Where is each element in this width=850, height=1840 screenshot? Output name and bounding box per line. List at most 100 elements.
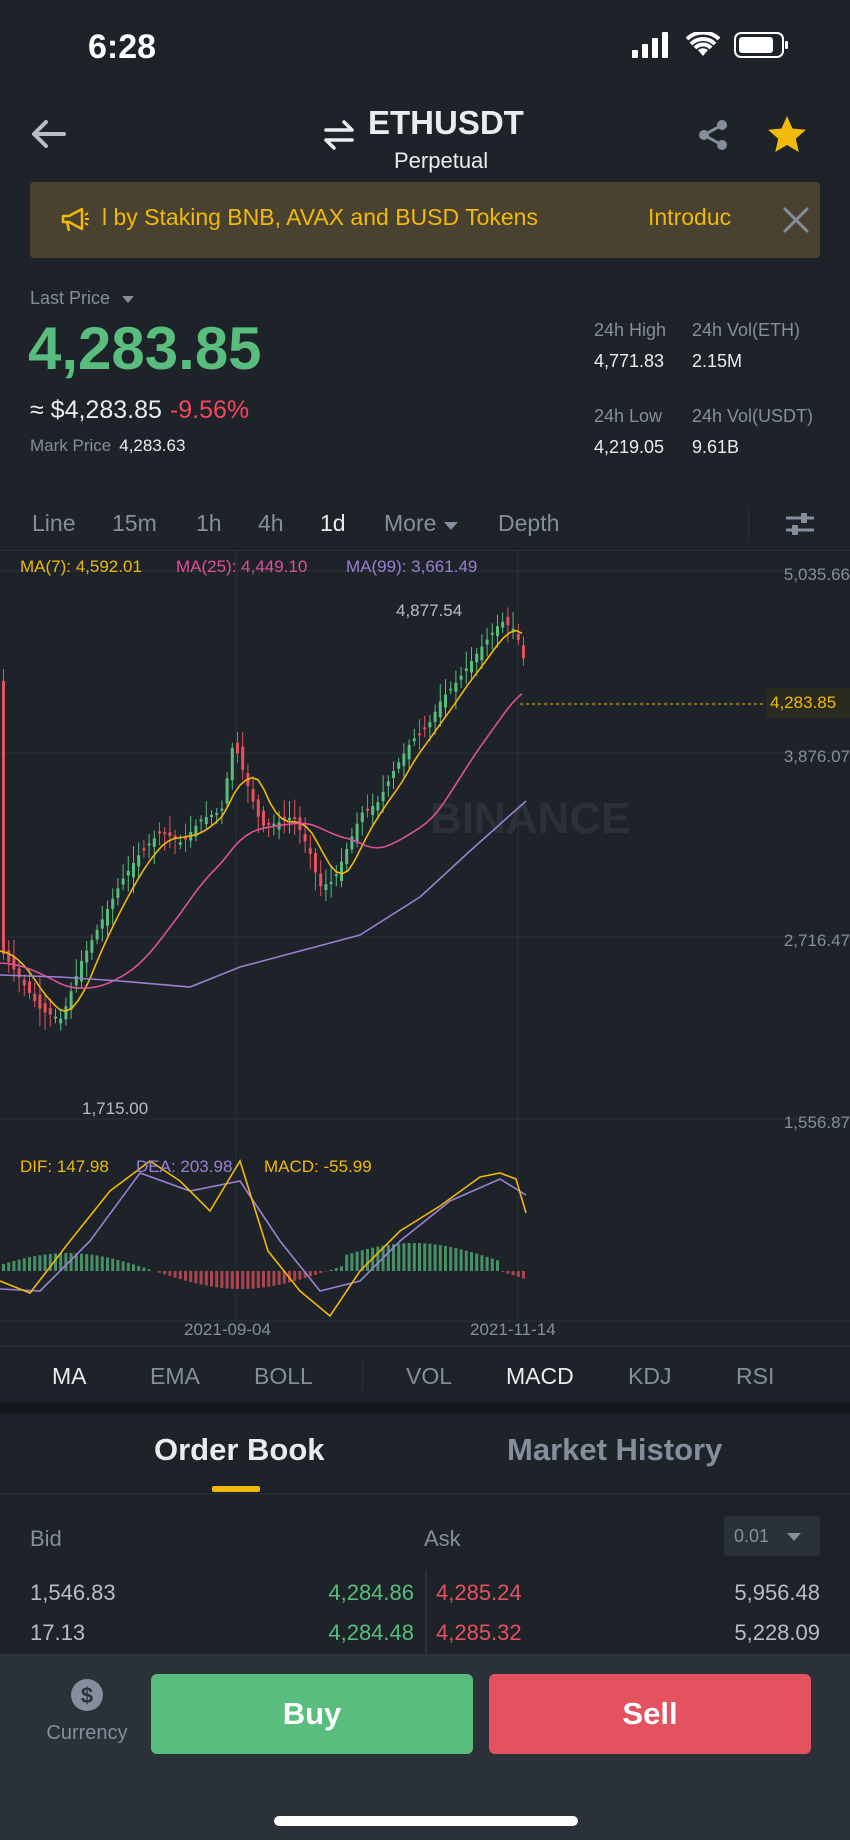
currency-button[interactable]: $ Currency: [30, 1678, 144, 1745]
last-price-label: Last Price: [30, 288, 111, 308]
dollar-coin-icon: $: [71, 1679, 103, 1711]
bid-price: 4,284.48: [328, 1620, 414, 1645]
stat-label: 24h High: [594, 320, 667, 340]
ask-header: Ask: [424, 1526, 461, 1551]
caret-down-icon: [122, 296, 135, 303]
tab-order-book[interactable]: Order Book: [154, 1432, 325, 1468]
chart-settings-icon[interactable]: [784, 508, 816, 540]
tab-ma[interactable]: MA: [52, 1363, 87, 1390]
banner-text: l by Staking BNB, AVAX and BUSD Tokens: [102, 204, 538, 230]
macd-label: MACD: -55.99: [264, 1157, 372, 1176]
dea-label: DEA: 203.98: [136, 1157, 233, 1176]
ma99-label: MA(99): 3,661.49: [346, 557, 478, 576]
stat-24h-low: 24h Low 4,219.05: [594, 406, 664, 458]
pair-title[interactable]: ETHUSDT: [368, 104, 524, 142]
stat-24h-vol-usdt: 24h Vol(USDT) 9.61B: [692, 406, 813, 458]
watermark-text: BINANCE: [430, 794, 630, 843]
share-icon[interactable]: [696, 118, 730, 152]
high-marker: 4,877.54: [396, 601, 463, 620]
price-axis-label: 5,035.66: [783, 565, 850, 584]
swap-icon[interactable]: [322, 118, 356, 152]
interval-1d[interactable]: 1d: [320, 510, 346, 537]
home-indicator: [274, 1816, 578, 1826]
divider: [748, 506, 749, 540]
stat-label: 24h Vol(ETH): [692, 320, 801, 340]
stat-label: 24h Low: [594, 406, 663, 426]
indicator-tabs: MA EMA BOLL VOL MACD KDJ RSI: [0, 1346, 850, 1408]
ask-qty: 5,228.09: [734, 1620, 820, 1645]
stat-value: 9.61B: [692, 437, 740, 457]
interval-bar: Line 15m 1h 4h 1d More Depth: [0, 500, 850, 550]
order-book-row[interactable]: 17.13 4,284.48 4,285.32 5,228.09: [0, 1614, 850, 1654]
bid-header: Bid: [30, 1526, 62, 1551]
interval-15m[interactable]: 15m: [112, 510, 157, 537]
interval-4h[interactable]: 4h: [258, 510, 284, 537]
change-percent: -9.56%: [169, 396, 250, 424]
precision-select[interactable]: 0.01: [724, 1516, 820, 1556]
macd-panel: [0, 1159, 527, 1318]
interval-more-label: More: [384, 510, 437, 536]
announcement-banner[interactable]: l by Staking BNB, AVAX and BUSD Tokens I…: [30, 182, 820, 258]
stat-value: 2.15M: [692, 351, 743, 371]
ma25-label: MA(25): 4,449.10: [176, 557, 308, 576]
banner-link[interactable]: Introduc: [648, 204, 768, 231]
megaphone-icon: [61, 207, 89, 232]
current-price-tag: 4,283.85: [766, 688, 850, 718]
tab-ema[interactable]: EMA: [150, 1363, 200, 1390]
order-book-tabs: Order Book Market History: [0, 1414, 850, 1494]
svg-text:$: $: [81, 1683, 93, 1708]
ma7-label: MA(7): 4,592.01: [20, 557, 142, 576]
caret-down-icon: [787, 1533, 802, 1541]
interval-line[interactable]: Line: [32, 510, 75, 537]
candlestick-chart[interactable]: BINANCE MA(7): 4,592.01 MA(25): 4,449.10…: [0, 550, 850, 1342]
stat-value: 4,219.05: [594, 437, 665, 457]
price-axis-label: 3,876.07: [783, 747, 850, 766]
interval-more[interactable]: More: [384, 510, 459, 537]
last-price-dropdown[interactable]: Last Price: [30, 288, 135, 309]
ask-price: 4,285.32: [436, 1620, 522, 1645]
approx-usd: ≈ $4,283.85: [30, 396, 162, 424]
tab-vol[interactable]: VOL: [406, 1363, 452, 1390]
status-time: 6:28: [88, 28, 157, 66]
stat-24h-high: 24h High 4,771.83: [594, 320, 666, 372]
tab-boll[interactable]: BOLL: [254, 1363, 313, 1390]
favorite-star-icon[interactable]: [766, 114, 808, 156]
mark-price-row: Mark Price 4,283.63: [30, 436, 185, 456]
wifi-icon: [686, 32, 720, 56]
stat-label: 24h Vol(USDT): [692, 406, 814, 426]
back-arrow-icon[interactable]: [28, 114, 68, 154]
tab-macd[interactable]: MACD: [506, 1363, 574, 1390]
active-tab-underline: [212, 1486, 260, 1492]
tab-market-history[interactable]: Market History: [507, 1432, 722, 1468]
date-label: 2021-11-14: [470, 1320, 556, 1339]
contract-type: Perpetual: [394, 148, 489, 173]
stat-24h-vol-eth: 24h Vol(ETH) 2.15M: [692, 320, 800, 372]
interval-1h[interactable]: 1h: [196, 510, 222, 537]
low-marker: 1,715.00: [82, 1099, 149, 1118]
status-bar: 6:28: [0, 0, 850, 96]
chart-canvas[interactable]: BINANCE: [0, 551, 850, 1343]
bid-price: 4,284.86: [328, 1580, 414, 1605]
mark-price-label: Mark Price: [30, 436, 112, 455]
bid-qty: 1,546.83: [30, 1580, 116, 1605]
stat-value: 4,771.83: [594, 351, 665, 371]
tab-kdj[interactable]: KDJ: [628, 1363, 671, 1390]
interval-depth[interactable]: Depth: [498, 510, 559, 537]
caret-down-icon: [443, 522, 458, 530]
buy-button[interactable]: Buy: [151, 1674, 473, 1754]
currency-label: Currency: [46, 1722, 128, 1744]
section-separator: [0, 1402, 850, 1414]
order-book-row[interactable]: 1,546.83 4,284.86 4,285.24 5,956.48: [0, 1574, 850, 1614]
sell-button[interactable]: Sell: [489, 1674, 811, 1754]
mark-price: 4,283.63: [119, 436, 186, 455]
ask-price: 4,285.24: [436, 1580, 522, 1605]
last-price: 4,283.85: [28, 315, 262, 382]
precision-value: 0.01: [734, 1526, 770, 1546]
date-label: 2021-09-04: [184, 1320, 271, 1339]
battery-icon: [734, 32, 788, 58]
tab-rsi[interactable]: RSI: [736, 1363, 774, 1390]
bottom-action-bar: $ Currency Buy Sell: [0, 1654, 850, 1840]
dif-label: DIF: 147.98: [20, 1157, 109, 1176]
approx-usd-row: ≈ $4,283.85 -9.56%: [30, 396, 249, 425]
close-icon[interactable]: [782, 206, 810, 234]
